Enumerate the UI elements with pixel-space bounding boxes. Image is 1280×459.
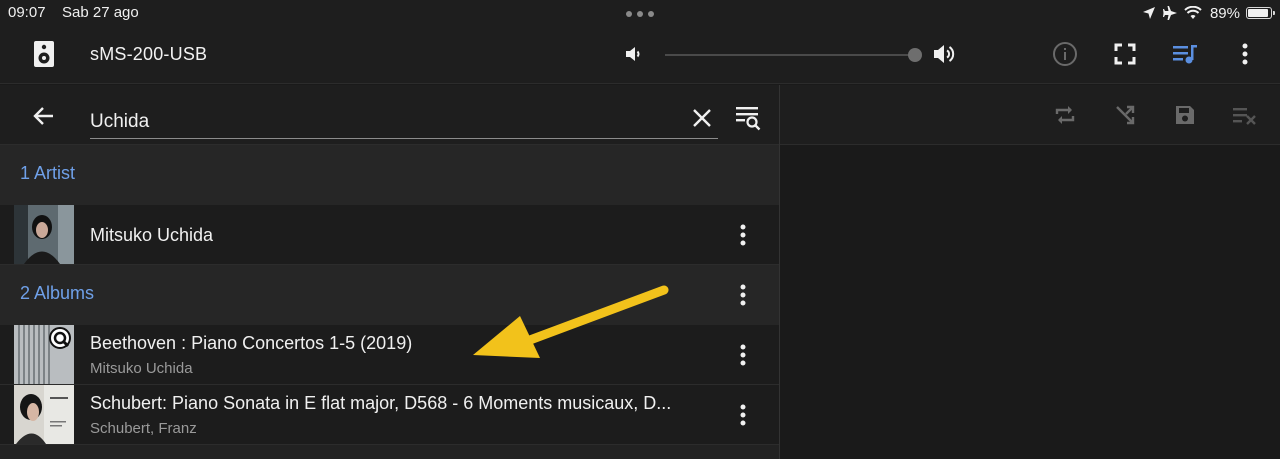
search-results-pane: 1 Artist Mitsuko Uchida 2 Albums bbox=[0, 85, 779, 459]
info-button[interactable] bbox=[1051, 40, 1079, 68]
more-vert-icon bbox=[740, 284, 746, 306]
queue-button[interactable] bbox=[1171, 40, 1199, 68]
album-row[interactable]: Schubert: Piano Sonata in E flat major, … bbox=[0, 385, 779, 445]
shuffle-button[interactable] bbox=[1111, 101, 1139, 129]
album-title: Schubert: Piano Sonata in E flat major, … bbox=[90, 393, 672, 413]
device-name[interactable]: sMS-200-USB bbox=[90, 44, 207, 65]
save-queue-button[interactable] bbox=[1171, 101, 1199, 129]
search-filter-icon[interactable] bbox=[734, 103, 762, 131]
battery-percent: 89% bbox=[1209, 4, 1240, 22]
battery-icon bbox=[1246, 7, 1275, 19]
repeat-button[interactable] bbox=[1051, 101, 1079, 129]
info-icon bbox=[1053, 42, 1077, 66]
speaker-icon[interactable] bbox=[33, 40, 55, 68]
search-bar bbox=[0, 85, 779, 145]
section-title: 2 Albums bbox=[20, 283, 95, 303]
shuffle-icon bbox=[1116, 105, 1135, 125]
album-artist: Schubert, Franz bbox=[90, 420, 197, 437]
album-more-button[interactable] bbox=[731, 403, 755, 427]
artist-more-button[interactable] bbox=[731, 223, 755, 247]
section-title: 1 Artist bbox=[20, 163, 76, 183]
wifi-icon bbox=[1184, 6, 1202, 19]
status-indicators: 89% bbox=[1142, 3, 1275, 23]
album-cover bbox=[14, 325, 74, 384]
album-more-button[interactable] bbox=[731, 343, 755, 367]
album-row[interactable]: Beethoven : Piano Concertos 1-5 (2019) M… bbox=[0, 325, 779, 385]
albums-more-button[interactable] bbox=[731, 283, 755, 307]
artist-thumbnail bbox=[14, 205, 74, 264]
fullscreen-button[interactable] bbox=[1111, 40, 1139, 68]
queue-icon bbox=[1173, 45, 1197, 64]
volume-slider-track[interactable] bbox=[665, 54, 915, 56]
status-date: Sab 27 ago bbox=[62, 4, 139, 21]
more-vert-icon bbox=[740, 404, 746, 426]
clear-queue-icon bbox=[1233, 108, 1256, 125]
queue-pane bbox=[780, 85, 1280, 459]
app-bar: sMS-200-USB bbox=[0, 26, 1280, 84]
airplane-icon bbox=[1162, 6, 1177, 20]
more-vert-icon bbox=[1242, 43, 1248, 65]
queue-toolbar bbox=[780, 85, 1280, 145]
more-vert-icon bbox=[740, 224, 746, 246]
back-arrow-icon[interactable] bbox=[32, 104, 56, 128]
section-header-artists: 1 Artist bbox=[0, 145, 779, 205]
album-cover bbox=[14, 385, 74, 444]
multitasking-dots-icon[interactable] bbox=[626, 11, 654, 17]
album-artist: Mitsuko Uchida bbox=[90, 360, 193, 377]
artist-name: Mitsuko Uchida bbox=[90, 225, 214, 245]
location-icon bbox=[1142, 7, 1155, 19]
album-title: Beethoven : Piano Concertos 1-5 (2019) bbox=[90, 333, 413, 353]
volume-up-icon[interactable] bbox=[932, 42, 958, 66]
status-bar: 09:07 Sab 27 ago 89% bbox=[0, 0, 1280, 26]
save-icon bbox=[1176, 106, 1194, 124]
volume-slider-thumb[interactable] bbox=[908, 48, 922, 62]
search-input[interactable] bbox=[90, 101, 718, 139]
artist-row[interactable]: Mitsuko Uchida bbox=[0, 205, 779, 265]
close-icon[interactable] bbox=[690, 106, 714, 130]
more-vert-icon bbox=[740, 344, 746, 366]
clear-queue-button[interactable] bbox=[1231, 101, 1259, 129]
fullscreen-icon bbox=[1114, 43, 1136, 65]
repeat-icon bbox=[1055, 106, 1075, 124]
volume-down-icon[interactable] bbox=[624, 44, 644, 64]
section-header-albums: 2 Albums bbox=[0, 265, 779, 325]
status-time: 09:07 bbox=[8, 4, 46, 21]
more-options-button[interactable] bbox=[1231, 40, 1259, 68]
